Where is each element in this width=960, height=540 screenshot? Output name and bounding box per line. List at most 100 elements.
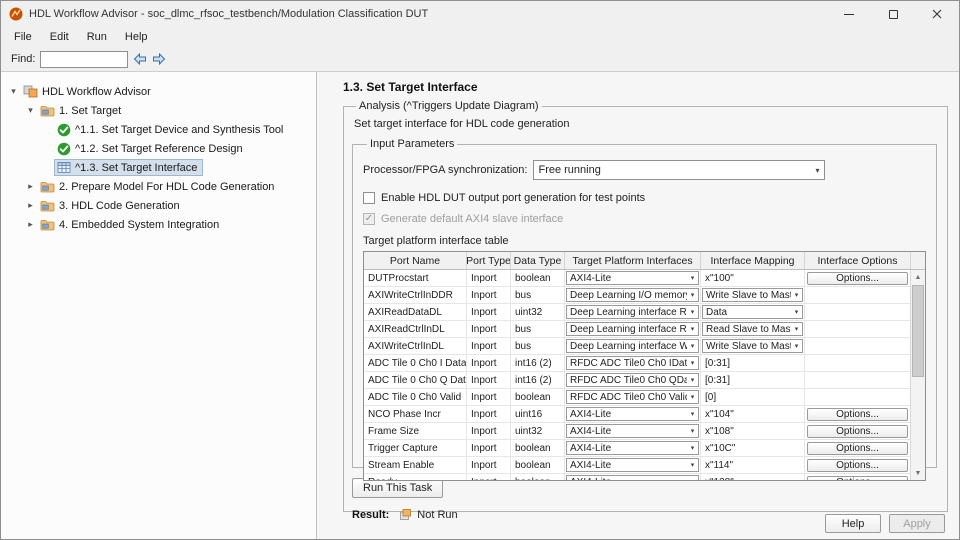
chevron-down-icon: ▾ — [810, 166, 824, 175]
find-input[interactable] — [40, 51, 128, 68]
apply-button[interactable]: Apply — [889, 514, 945, 533]
data-type-cell: boolean — [511, 389, 565, 405]
interface-mapping-select[interactable]: Data▾ — [702, 305, 803, 319]
collapse-icon[interactable]: ▾ — [7, 82, 20, 101]
port-type-cell: Inport — [467, 474, 511, 481]
expand-icon[interactable]: ▸ — [24, 177, 37, 196]
target-platform-interface-cell: RFDC ADC Tile0 Ch0 IData [0:3▾ — [565, 355, 701, 371]
target-platform-interface-select[interactable]: AXI4-Lite▾ — [566, 441, 699, 455]
tree-item[interactable]: 2. Prepare Model For HDL Code Generation — [37, 178, 280, 195]
maximize-button[interactable] — [871, 1, 915, 27]
find-next-button[interactable] — [152, 53, 166, 65]
interface-mapping-cell: [0:31] — [701, 372, 805, 388]
target-platform-interface-select[interactable]: AXI4-Lite▾ — [566, 271, 699, 285]
table-row: AXIWriteCtrlInDLInportbusDeep Learning i… — [364, 338, 911, 355]
sync-select[interactable]: Free running ▾ — [533, 160, 825, 180]
table-row: ADC Tile 0 Ch0 I DataInportint16 (2)RFDC… — [364, 355, 911, 372]
target-platform-interface-select[interactable]: RFDC ADC Tile0 Ch0 QData [0:3▾ — [566, 373, 699, 387]
interface-mapping-cell: Data▾ — [701, 304, 805, 320]
run-this-task-button[interactable]: Run This Task — [352, 478, 443, 498]
chevron-down-icon: ▾ — [687, 393, 698, 401]
folder-icon — [40, 218, 55, 231]
menu-edit[interactable]: Edit — [41, 29, 78, 45]
tree-item[interactable]: 1. Set Target — [37, 102, 127, 119]
port-type-cell: Inport — [467, 355, 511, 371]
target-platform-interface-select[interactable]: AXI4-Lite▾ — [566, 458, 699, 472]
help-button[interactable]: Help — [825, 514, 881, 533]
tree-item[interactable]: 4. Embedded System Integration — [37, 216, 225, 233]
result-status-icon — [399, 508, 412, 521]
interface-mapping-cell: Write Slave to Master E▾ — [701, 287, 805, 303]
interface-mapping-cell: [0] — [701, 389, 805, 405]
options-button[interactable]: Options... — [807, 425, 908, 438]
port-type-cell: Inport — [467, 406, 511, 422]
target-platform-interface-select[interactable]: Deep Learning interface Write▾ — [566, 339, 699, 353]
tree-row: ▸2. Prepare Model For HDL Code Generatio… — [1, 177, 316, 196]
data-type-cell: uint32 — [511, 423, 565, 439]
options-button[interactable]: Options... — [807, 459, 908, 472]
target-platform-interface-cell: AXI4-Lite▾ — [565, 423, 701, 439]
target-platform-interface-select[interactable]: AXI4-Lite▾ — [566, 407, 699, 421]
tree-row: ▸3. HDL Code Generation — [1, 196, 316, 215]
tree-item[interactable]: ^1.3. Set Target Interface — [54, 159, 203, 176]
options-button[interactable]: Options... — [807, 272, 908, 285]
testpoints-checkbox[interactable] — [363, 192, 375, 204]
tree-item[interactable]: ^1.2. Set Target Reference Design — [54, 140, 249, 158]
tree-row: ▾1. Set Target — [1, 101, 316, 120]
interface-options-cell: Options... — [805, 270, 911, 286]
interface-options-cell: Options... — [805, 423, 911, 439]
close-button[interactable] — [915, 1, 959, 27]
target-platform-interface-select[interactable]: AXI4-Lite▾ — [566, 475, 699, 481]
table-header-row: Port NamePort TypeData TypeTarget Platfo… — [364, 252, 925, 270]
chevron-down-icon: ▾ — [687, 427, 698, 435]
port-name-cell: Ready — [364, 474, 467, 481]
expand-icon[interactable]: ▸ — [24, 215, 37, 234]
check-icon — [57, 142, 71, 156]
port-type-cell: Inport — [467, 338, 511, 354]
table-scrollbar[interactable]: ▲ ▼ — [910, 270, 925, 480]
port-type-cell: Inport — [467, 270, 511, 286]
interface-mapping-select[interactable]: Write Slave to Master E▾ — [702, 339, 803, 353]
port-type-cell: Inport — [467, 457, 511, 473]
combo-value: Write Slave to Master E — [703, 290, 791, 301]
folder-icon — [40, 180, 55, 193]
options-button[interactable]: Options... — [807, 476, 908, 482]
tree-row: ^1.1. Set Target Device and Synthesis To… — [1, 120, 316, 139]
menu-run[interactable]: Run — [78, 29, 116, 45]
interface-table-label: Target platform interface table — [363, 235, 926, 247]
port-name-cell: AXIWriteCtrlInDL — [364, 338, 467, 354]
result-label: Result: — [352, 509, 389, 521]
page-title: 1.3. Set Target Interface — [343, 80, 947, 94]
options-button[interactable]: Options... — [807, 408, 908, 421]
tree-item[interactable]: HDL Workflow Advisor — [20, 83, 157, 100]
tree-item[interactable]: 3. HDL Code Generation — [37, 197, 186, 214]
scroll-down-icon[interactable]: ▼ — [911, 466, 925, 480]
target-platform-interface-select[interactable]: AXI4-Lite▾ — [566, 424, 699, 438]
target-platform-interface-cell: AXI4-Lite▾ — [565, 474, 701, 481]
arrow-right-icon — [152, 53, 166, 65]
scrollbar-thumb[interactable] — [912, 285, 924, 377]
collapse-icon[interactable]: ▾ — [24, 101, 37, 120]
target-platform-interface-select[interactable]: RFDC ADC Tile0 Ch0 IData [0:3▾ — [566, 356, 699, 370]
chevron-down-icon: ▾ — [687, 291, 698, 299]
options-button[interactable]: Options... — [807, 442, 908, 455]
interface-mapping-select[interactable]: Write Slave to Master E▾ — [702, 288, 803, 302]
tree-item[interactable]: ^1.1. Set Target Device and Synthesis To… — [54, 121, 289, 139]
data-type-cell: bus — [511, 338, 565, 354]
chevron-down-icon: ▾ — [687, 308, 698, 316]
expand-icon[interactable]: ▸ — [24, 196, 37, 215]
interface-mapping-cell: x"10C" — [701, 440, 805, 456]
target-platform-interface-select[interactable]: Deep Learning interface Read▾ — [566, 322, 699, 336]
workflow-icon — [23, 85, 38, 98]
menu-help[interactable]: Help — [116, 29, 157, 45]
port-name-cell: ADC Tile 0 Ch0 Valid — [364, 389, 467, 405]
target-platform-interface-select[interactable]: RFDC ADC Tile0 Ch0 Valid▾ — [566, 390, 699, 404]
minimize-button[interactable] — [827, 1, 871, 27]
find-previous-button[interactable] — [133, 53, 147, 65]
menu-file[interactable]: File — [5, 29, 41, 45]
target-platform-interface-select[interactable]: Deep Learning interface Read▾ — [566, 305, 699, 319]
target-platform-interface-select[interactable]: Deep Learning I/O memory Writ▾ — [566, 288, 699, 302]
interface-mapping-select[interactable]: Read Slave to Master B▾ — [702, 322, 803, 336]
port-name-cell: AXIWriteCtrlInDDR — [364, 287, 467, 303]
scroll-up-icon[interactable]: ▲ — [911, 270, 925, 284]
